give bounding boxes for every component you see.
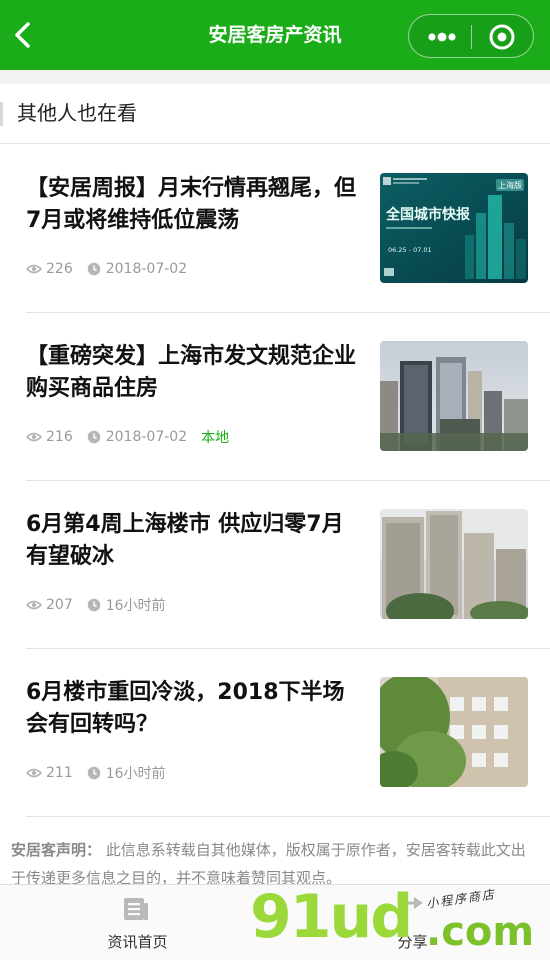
clock-icon xyxy=(87,430,101,444)
article-title: 【安居周报】月末行情再翘尾，但7月或将维持低位震荡 xyxy=(26,176,357,233)
disclaimer-label: 安居客声明： xyxy=(11,841,102,859)
local-tag: 本地 xyxy=(201,430,230,446)
article-item[interactable]: 【重磅突发】上海市发文规范企业购买商品住房 216 2018-07-02 本地 xyxy=(26,313,550,481)
article-meta: 216 2018-07-02 本地 xyxy=(26,427,229,447)
news-icon xyxy=(124,898,148,920)
capsule-divider xyxy=(471,25,472,49)
article-title: 6月楼市重回冷淡，2018下半场会有回转吗？ xyxy=(26,680,345,737)
back-button[interactable] xyxy=(6,18,40,52)
clock-icon xyxy=(87,598,101,612)
article-thumbnail xyxy=(380,341,528,451)
article-meta: 207 16小时前 xyxy=(26,595,166,615)
article-title: 6月第4周上海楼市 供应归零7月有望破冰 xyxy=(26,512,344,569)
bottom-tab-bar: 资讯首页 分享 xyxy=(0,884,550,960)
more-dots-icon xyxy=(428,32,456,42)
article-meta: 226 2018-07-02 xyxy=(26,259,187,279)
article-title: 【重磅突发】上海市发文规范企业购买商品住房 xyxy=(26,344,357,401)
target-close-icon xyxy=(489,24,515,50)
section-accent-bar xyxy=(0,102,3,126)
eye-icon xyxy=(26,600,42,610)
section-header: 其他人也在看 xyxy=(0,84,550,144)
clock-icon xyxy=(87,766,101,780)
article-item[interactable]: 6月第4周上海楼市 供应归零7月有望破冰 207 16小时前 xyxy=(26,481,550,649)
svg-text:上海版: 上海版 xyxy=(498,180,522,190)
view-count: 207 xyxy=(46,597,73,613)
svg-text:06.25 - 07.01: 06.25 - 07.01 xyxy=(388,246,432,254)
article-date: 16小时前 xyxy=(105,766,166,782)
eye-icon xyxy=(26,264,42,274)
article-thumbnail xyxy=(380,509,528,619)
svg-text:全国城市快报: 全国城市快报 xyxy=(385,206,470,223)
share-icon xyxy=(398,897,423,917)
article-meta: 211 16小时前 xyxy=(26,763,166,783)
clock-icon xyxy=(87,262,101,276)
chevron-left-icon xyxy=(15,22,30,48)
nav-header: 安居客房产资讯 xyxy=(0,0,550,70)
section-title: 其他人也在看 xyxy=(17,101,137,125)
tab-label: 资讯首页 xyxy=(107,933,168,951)
view-count: 226 xyxy=(46,261,73,277)
more-button[interactable] xyxy=(415,19,469,55)
article-thumbnail xyxy=(380,677,528,787)
article-item[interactable]: 【安居周报】月末行情再翘尾，但7月或将维持低位震荡 226 2018-07-02 xyxy=(26,145,550,313)
article-date: 2018-07-02 xyxy=(105,429,188,445)
tab-label: 分享 xyxy=(397,933,428,951)
article-thumbnail: 上海版 全国城市快报 06.25 - 07.01 xyxy=(380,173,528,283)
article-date: 2018-07-02 xyxy=(105,261,188,277)
section-gap xyxy=(0,70,550,84)
view-count: 211 xyxy=(46,765,73,781)
disclaimer-text: 安居客声明： 此信息系转载自其他媒体，版权属于原作者，安居客转载此文出于传递更多… xyxy=(11,836,539,884)
article-date: 16小时前 xyxy=(105,598,166,614)
close-button[interactable] xyxy=(475,19,529,55)
mini-program-capsule xyxy=(408,14,534,58)
article-item[interactable]: 6月楼市重回冷淡，2018下半场会有回转吗？ 211 16小时前 xyxy=(26,649,550,817)
eye-icon xyxy=(26,432,42,442)
eye-icon xyxy=(26,768,42,778)
tab-news-home[interactable]: 资讯首页 xyxy=(0,885,275,961)
tab-share[interactable]: 分享 xyxy=(275,885,550,961)
view-count: 216 xyxy=(46,429,73,445)
